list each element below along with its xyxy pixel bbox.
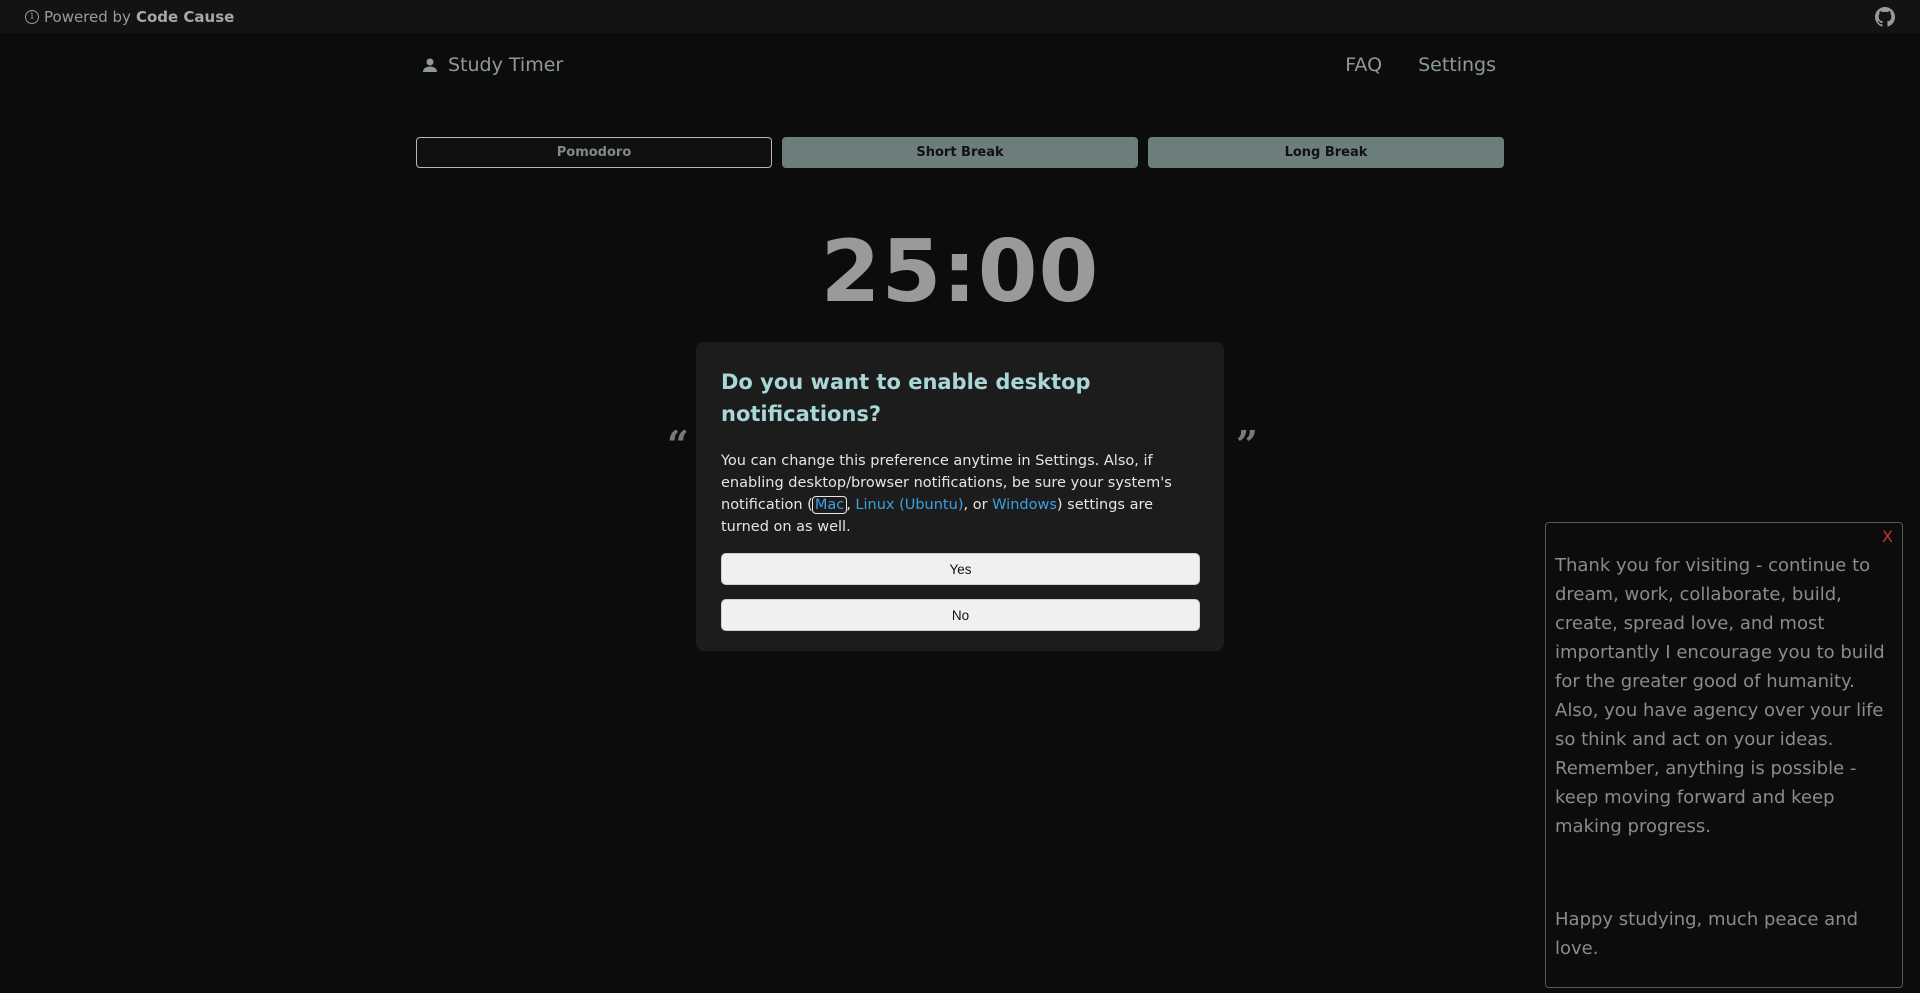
navbar: Study Timer FAQ Settings [416,50,1502,80]
app-brand[interactable]: Study Timer [416,54,563,76]
link-mac[interactable]: Mac [811,496,848,514]
modal-description: You can change this preference anytime i… [721,450,1199,538]
quote-open-mark: “ [667,422,689,467]
tab-short-break[interactable]: Short Break [782,137,1138,168]
brand-name[interactable]: Code Cause [136,8,234,26]
nav-link-settings[interactable]: Settings [1418,54,1496,76]
nav-links: FAQ Settings [1345,54,1502,76]
panel-signoff: Happy studying, much peace and love. [1555,909,1859,959]
timer-display: 25:00 [820,222,1100,322]
yes-button[interactable]: Yes [721,553,1200,585]
close-panel-button[interactable]: X [1882,527,1893,546]
modal-title: Do you want to enable desktop notificati… [721,370,1091,426]
link-windows[interactable]: Windows [992,497,1057,513]
no-button[interactable]: No [721,599,1200,631]
modal-text-part: , or [963,497,993,513]
nav-link-faq[interactable]: FAQ [1345,54,1382,76]
tab-pomodoro[interactable]: Pomodoro [416,137,772,168]
panel-message: Thank you for visiting - continue to dre… [1555,555,1885,837]
quote-close-mark: ” [1236,422,1258,467]
user-icon [423,58,437,72]
info-icon: i [25,9,39,24]
tab-long-break[interactable]: Long Break [1148,137,1504,168]
link-linux-ubuntu[interactable]: Linux (Ubuntu) [855,497,963,513]
github-icon[interactable] [1875,6,1895,27]
thank-you-panel: X Thank you for visiting - continue to d… [1545,522,1903,988]
notification-modal: Do you want to enable desktop notificati… [696,342,1224,651]
app-title: Study Timer [448,54,564,76]
top-bar: i Powered by Code Cause [0,0,1920,33]
powered-by[interactable]: i Powered by Code Cause [25,8,234,26]
powered-by-label: Powered by [44,7,131,26]
timer-mode-tabs: Pomodoro Short Break Long Break [416,137,1504,168]
